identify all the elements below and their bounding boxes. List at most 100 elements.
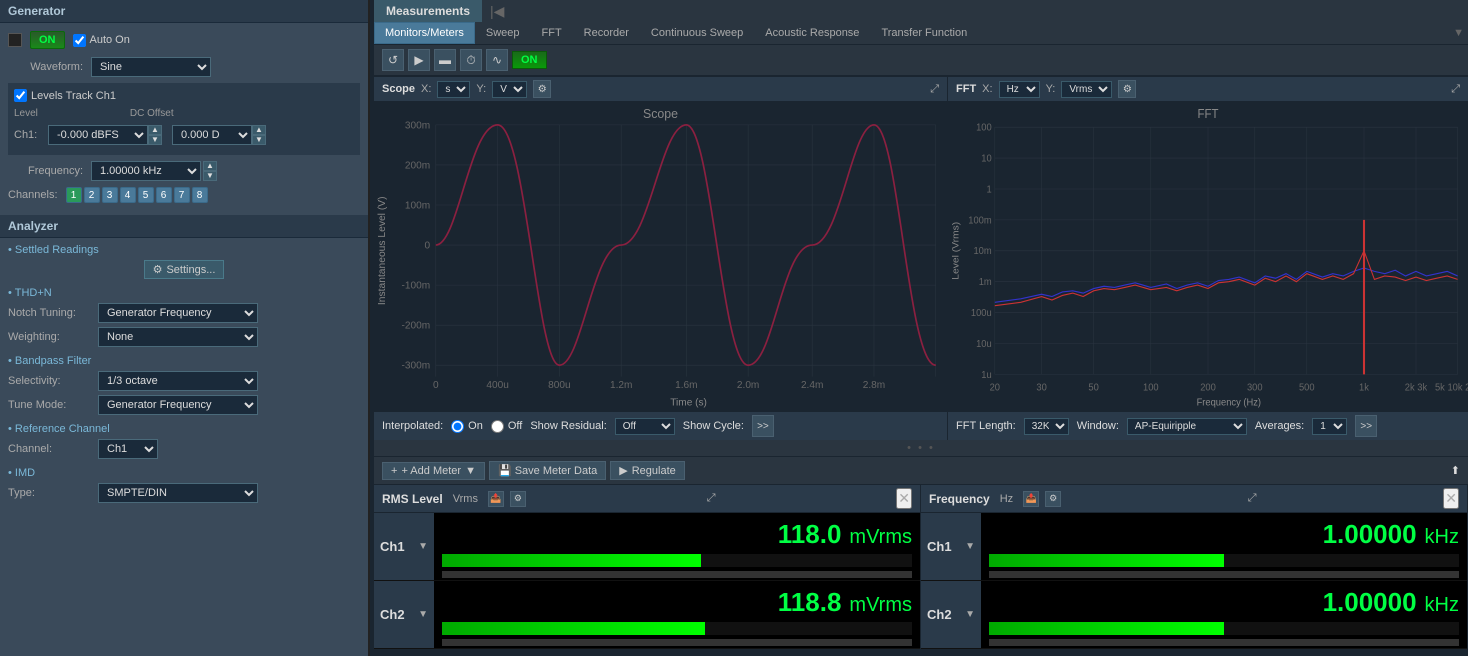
svg-text:Scope: Scope [643, 107, 678, 121]
levels-track-checkbox[interactable] [14, 89, 27, 102]
svg-text:2k 3k: 2k 3k [1405, 382, 1427, 394]
interpolated-label: Interpolated: [382, 420, 443, 432]
collapse-icon[interactable]: ▼ [1449, 23, 1468, 43]
auto-on-check[interactable]: Auto On [73, 34, 130, 47]
notch-tuning-select[interactable]: Generator FrequencyFixed [98, 303, 258, 323]
interpolated-on-radio[interactable]: On [451, 420, 483, 433]
imd-type-label: Type: [8, 487, 98, 499]
regulate-btn[interactable]: ▶ Regulate [610, 461, 685, 480]
freq-export-btn[interactable]: 📤 [1023, 491, 1039, 507]
freq-ch1-arrow[interactable]: ▼ [965, 541, 975, 552]
level-select[interactable]: -0.000 dBFS [48, 125, 148, 145]
pullup-dots: • • • [907, 442, 935, 454]
regulate-label: Regulate [632, 465, 676, 477]
ch-btn-3[interactable]: 3 [102, 187, 118, 203]
rms-ch1-arrow[interactable]: ▼ [418, 541, 428, 552]
fft-next-btn[interactable]: >> [1355, 415, 1377, 437]
rms-ch2-arrow[interactable]: ▼ [418, 609, 428, 620]
dc-offset-select[interactable]: 0.000 D [172, 125, 252, 145]
ch-btn-2[interactable]: 2 [84, 187, 100, 203]
freq-ch2-arrow[interactable]: ▼ [965, 609, 975, 620]
scope-x-select[interactable]: s [437, 81, 470, 98]
svg-text:Level (Vrms): Level (Vrms) [951, 222, 961, 280]
on-radio-label: On [468, 420, 483, 432]
waveform-select[interactable]: SineSquareTriangle [91, 57, 211, 77]
fft-averages-label: Averages: [1255, 420, 1304, 432]
run-btn[interactable]: ▶ [408, 49, 430, 71]
tab-recorder[interactable]: Recorder [573, 22, 640, 44]
imd-section: • IMD Type: SMPTE/DINCCIF/ITU [8, 467, 360, 503]
ch-btn-6[interactable]: 6 [156, 187, 172, 203]
fft-footer: FFT Length: 32K8K16K64K Window: AP-Equir… [948, 411, 1468, 440]
on-green-button[interactable]: ON [512, 51, 547, 69]
save-meter-btn[interactable]: 💾 Save Meter Data [489, 461, 606, 480]
freq-ch1-bar [989, 554, 1224, 567]
tab-monitors-meters[interactable]: Monitors/Meters [374, 22, 475, 44]
level-spinbox[interactable]: -0.000 dBFS ▲ ▼ [48, 125, 162, 145]
fft-length-select[interactable]: 32K8K16K64K [1024, 418, 1069, 435]
freq-ch2-bar-container [989, 622, 1459, 635]
add-meter-btn[interactable]: + + Add Meter ▼ [382, 462, 485, 480]
weighting-select[interactable]: NoneA-weighting [98, 327, 258, 347]
scope-settings-btn[interactable]: ⚙ [533, 80, 551, 98]
selectivity-select[interactable]: 1/3 octave1 octave [98, 371, 258, 391]
fft-window-select[interactable]: AP-EquirippleHann [1127, 418, 1247, 435]
show-cycle-btn[interactable]: >> [752, 415, 774, 437]
tab-sweep[interactable]: Sweep [475, 22, 531, 44]
tab-acoustic-response[interactable]: Acoustic Response [754, 22, 870, 44]
wave-btn[interactable]: ∿ [486, 49, 508, 71]
rms-close-btn[interactable]: ✕ [896, 488, 912, 509]
rms-export-btn[interactable]: 📤 [488, 491, 504, 507]
tab-continuous-sweep[interactable]: Continuous Sweep [640, 22, 754, 44]
frequency-select[interactable]: 1.00000 kHz [91, 161, 201, 181]
auto-on-checkbox[interactable] [73, 34, 86, 47]
svg-text:2.4m: 2.4m [801, 380, 823, 391]
bar-btn[interactable]: ▬ [434, 49, 456, 71]
imd-type-select[interactable]: SMPTE/DINCCIF/ITU [98, 483, 258, 503]
channel-select[interactable]: Ch1Ch2 [98, 439, 158, 459]
svg-text:2.0m: 2.0m [737, 380, 759, 391]
fft-y-select[interactable]: Vrms [1061, 81, 1112, 98]
show-residual-select[interactable]: OffOn [615, 418, 675, 435]
ch-btn-8[interactable]: 8 [192, 187, 208, 203]
fft-expand-btn[interactable]: ⤢ [1451, 83, 1460, 96]
settings-button[interactable]: ⚙ Settings... [144, 260, 225, 279]
scope-y-select[interactable]: V [492, 81, 527, 98]
on-button[interactable]: ON [30, 31, 65, 49]
scope-x-label: X: [421, 83, 431, 95]
rms-expand-btn[interactable]: ⤢ [707, 492, 716, 505]
svg-text:0: 0 [425, 240, 431, 251]
tab-transfer-function[interactable]: Transfer Function [870, 22, 978, 44]
ch-btn-7[interactable]: 7 [174, 187, 190, 203]
level-up-btn[interactable]: ▲ [148, 125, 162, 135]
fft-averages-select[interactable]: 124 [1312, 418, 1347, 435]
scope-expand-btn[interactable]: ⤢ [930, 83, 939, 96]
tab-fft[interactable]: FFT [531, 22, 573, 44]
ch-btn-4[interactable]: 4 [120, 187, 136, 203]
ch-btn-5[interactable]: 5 [138, 187, 154, 203]
ch-btn-1[interactable]: 1 [66, 187, 82, 203]
dc-up-btn[interactable]: ▲ [252, 125, 266, 135]
clock-btn[interactable]: ⏱ [460, 49, 482, 71]
rms-settings-btn[interactable]: ⚙ [510, 491, 526, 507]
svg-text:100m: 100m [968, 215, 991, 227]
imd-title: • IMD [8, 467, 360, 479]
level-down-btn[interactable]: ▼ [148, 135, 162, 145]
freq-up-btn[interactable]: ▲ [203, 161, 217, 171]
dc-offset-spinbox[interactable]: 0.000 D ▲ ▼ [172, 125, 266, 145]
freq-settings-btn[interactable]: ⚙ [1045, 491, 1061, 507]
freq-expand-btn[interactable]: ⤢ [1248, 492, 1257, 505]
tune-mode-select[interactable]: Generator Frequency [98, 395, 258, 415]
freq-close-btn[interactable]: ✕ [1443, 488, 1459, 509]
interpolated-off-radio[interactable]: Off [491, 420, 522, 433]
fft-settings-btn[interactable]: ⚙ [1118, 80, 1136, 98]
pullup-handle[interactable]: • • • [374, 440, 1468, 456]
panel-split-icon[interactable]: |◀ [490, 3, 504, 20]
dc-down-btn[interactable]: ▼ [252, 135, 266, 145]
fft-x-select[interactable]: Hz [999, 81, 1040, 98]
freq-unit-label: Hz [1000, 493, 1013, 505]
reset-btn[interactable]: ↺ [382, 49, 404, 71]
freq-down-btn[interactable]: ▼ [203, 171, 217, 181]
svg-text:Instantaneous Level (V): Instantaneous Level (V) [377, 196, 388, 305]
freq-ch2-unit: kHz [1425, 594, 1459, 617]
